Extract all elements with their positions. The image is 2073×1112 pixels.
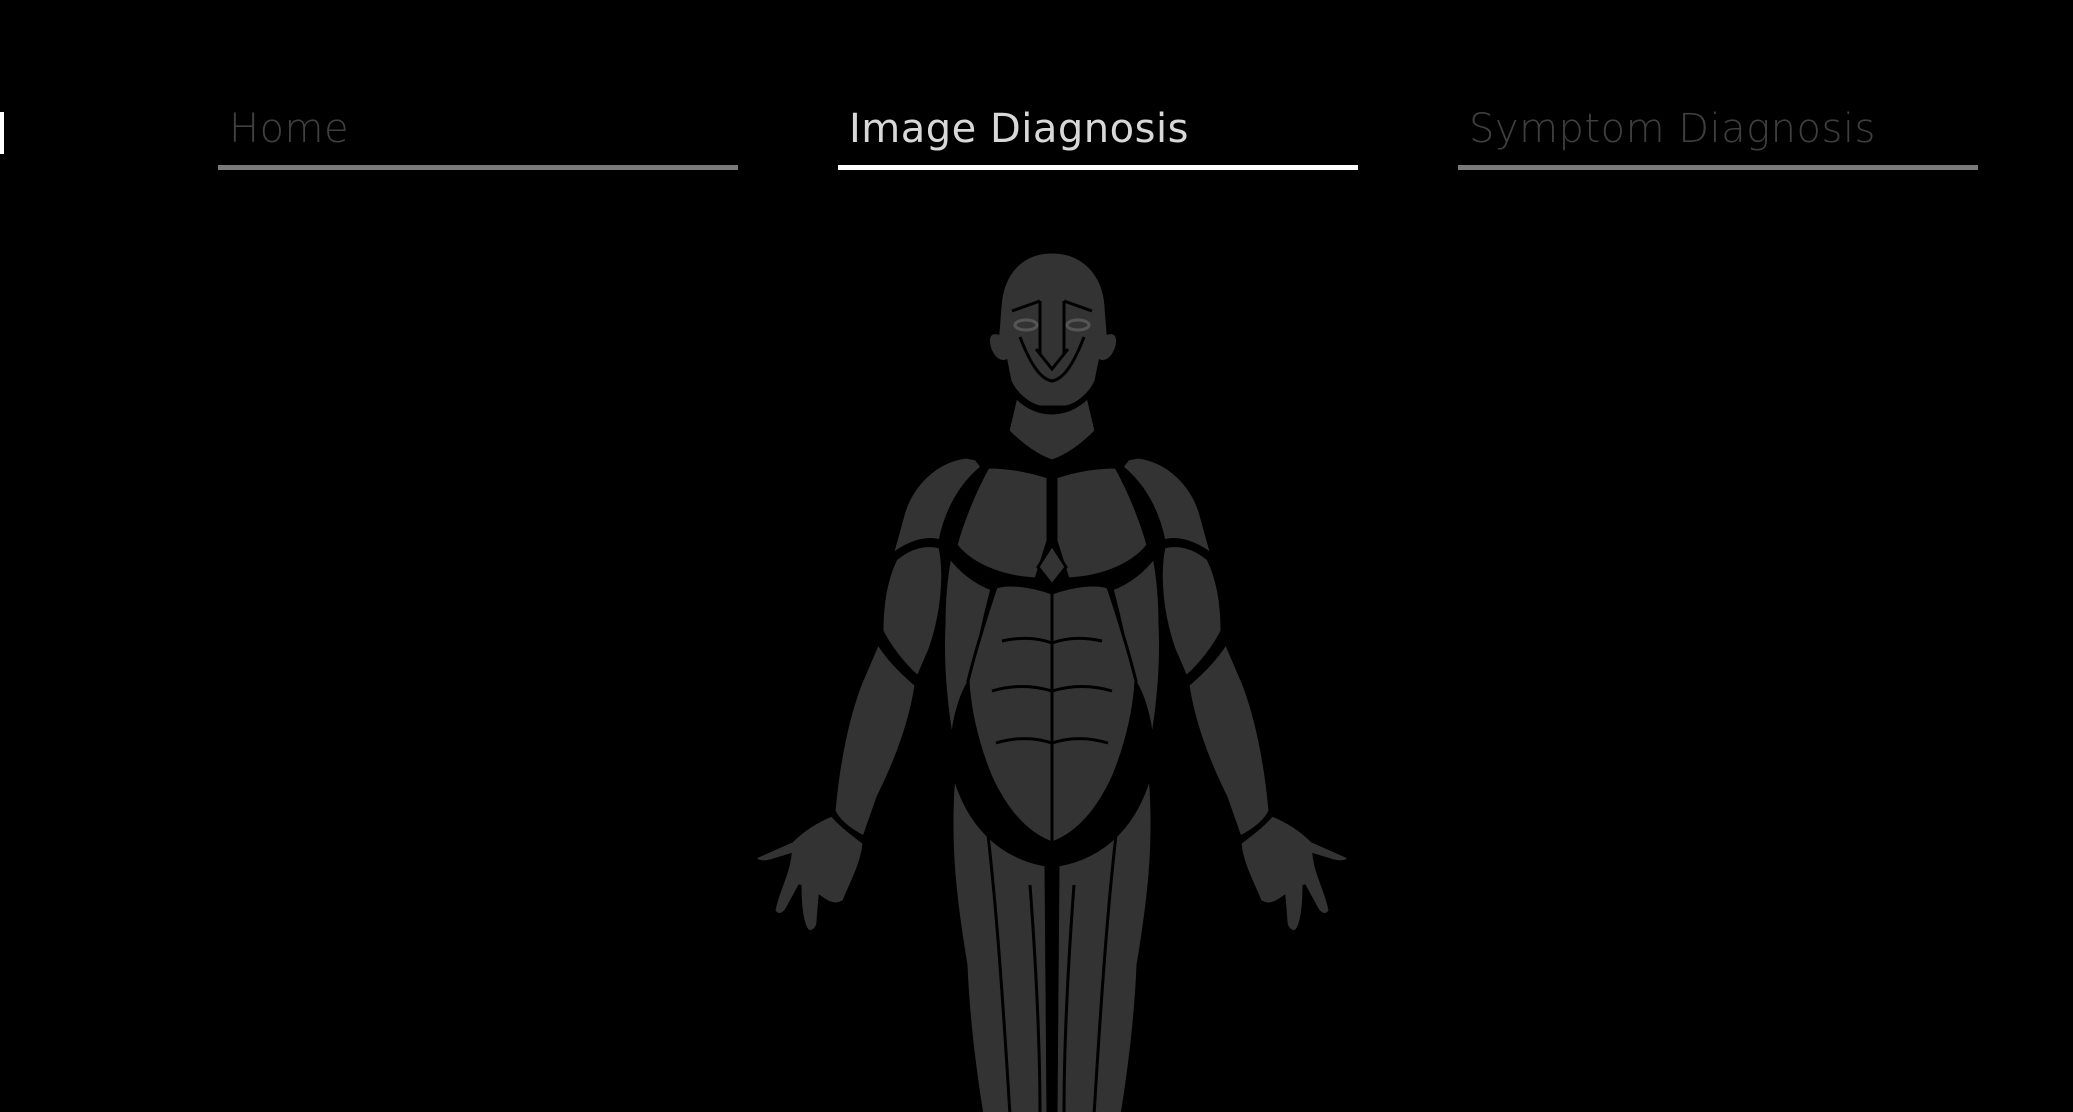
tab-symptom-diagnosis-underline (1458, 165, 1978, 170)
left-forearm-region[interactable] (832, 639, 918, 840)
left-hand-region[interactable] (754, 813, 866, 933)
page: Home Image Diagnosis Symptom Diagnosis (0, 0, 2073, 1112)
right-upper-arm-region[interactable] (1159, 544, 1224, 680)
tab-home[interactable]: Home (218, 100, 738, 170)
tab-symptom-diagnosis-label: Symptom Diagnosis (1469, 106, 1876, 152)
right-hand-region[interactable] (1238, 813, 1350, 933)
chest-left-region[interactable] (954, 465, 1050, 581)
tab-home-label: Home (229, 106, 350, 152)
chest-right-region[interactable] (1054, 465, 1150, 581)
anatomy-figure-svg (754, 250, 1350, 1112)
tab-home-underline (218, 165, 738, 170)
human-anatomy-figure[interactable] (740, 245, 1360, 1112)
tab-image-diagnosis-label: Image Diagnosis (849, 106, 1189, 152)
tab-symptom-diagnosis[interactable]: Symptom Diagnosis (1458, 100, 1978, 170)
tab-image-diagnosis[interactable]: Image Diagnosis (838, 100, 1358, 170)
tab-image-diagnosis-underline (838, 165, 1358, 170)
head-region[interactable] (986, 250, 1120, 409)
top-navigation: Home Image Diagnosis Symptom Diagnosis (0, 100, 2073, 180)
left-upper-arm-region[interactable] (880, 544, 945, 680)
right-forearm-region[interactable] (1186, 639, 1272, 840)
